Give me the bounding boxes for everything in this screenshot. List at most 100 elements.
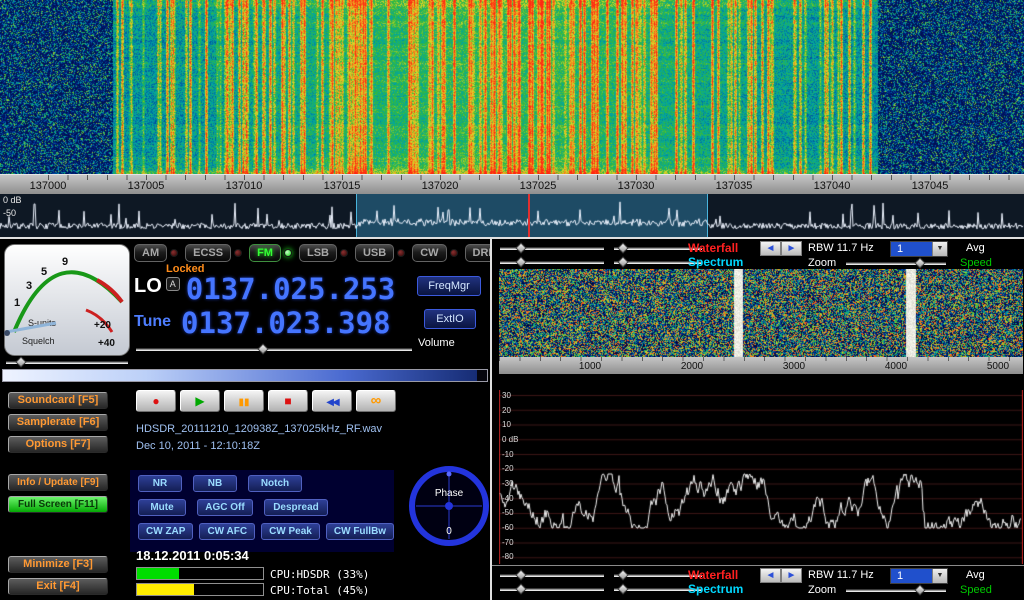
zoom-in-button[interactable]: ► xyxy=(781,568,802,583)
freq-scale-label: 137010 xyxy=(214,180,274,192)
speed-label: Speed xyxy=(960,257,992,269)
spectrum-brightness-slider[interactable] xyxy=(500,585,604,595)
mode-fm-button[interactable]: FM xyxy=(249,244,281,262)
slider-handle[interactable] xyxy=(617,583,628,594)
zoom-buttons: ◄ ► xyxy=(760,568,802,583)
mode-cw-button[interactable]: CW xyxy=(412,244,446,262)
pause-button[interactable]: ▮▮ xyxy=(224,390,264,412)
slider-handle[interactable] xyxy=(515,583,526,594)
cw-zap-button[interactable]: CW ZAP xyxy=(138,523,193,540)
nb-button[interactable]: NB xyxy=(193,475,237,492)
mode-lsb-button[interactable]: LSB xyxy=(299,244,337,262)
freq-scale-label: 137035 xyxy=(704,180,764,192)
minimize-button[interactable]: Minimize [F3] xyxy=(8,556,108,573)
agc-off-button[interactable]: AGC Off xyxy=(197,499,253,516)
info-update-button[interactable]: Info / Update [F9] xyxy=(8,474,108,491)
main-tuning-slider[interactable] xyxy=(2,369,488,382)
record-icon: ● xyxy=(152,394,159,408)
cw-fullbw-button[interactable]: CW FullBw xyxy=(326,523,394,540)
slider-handle[interactable] xyxy=(914,257,925,268)
combo-arrow-icon[interactable]: ▼ xyxy=(932,569,947,583)
meter-tick: 3 xyxy=(26,280,32,292)
af-scale-label: 5000 xyxy=(978,361,1018,372)
samplerate-button[interactable]: Samplerate [F6] xyxy=(8,414,108,431)
af-db-label: -80 xyxy=(502,552,514,561)
mode-am-button[interactable]: AM xyxy=(134,244,167,262)
meter-tick: 9 xyxy=(62,256,68,268)
slider-track xyxy=(846,589,946,592)
main-tuning-slider-thumb[interactable] xyxy=(3,370,477,381)
avg-select[interactable]: 1 ▼ xyxy=(890,241,948,257)
cw-peak-button[interactable]: CW Peak xyxy=(261,523,320,540)
dsp-panel: NR NB Notch Mute AGC Off Despread CW ZAP… xyxy=(130,470,394,552)
s-meter: 1 3 5 9 +20 +40 S-units Squelch xyxy=(4,244,130,356)
slider-handle[interactable] xyxy=(914,584,925,595)
mode-ecss-button[interactable]: ECSS xyxy=(185,244,231,262)
main-spectrum-display[interactable]: 0 dB -50 xyxy=(0,194,1024,237)
lo-frequency-value[interactable]: 0137.025.253 xyxy=(186,275,396,303)
squelch-slider-handle[interactable] xyxy=(15,356,26,367)
meter-plus40-label: +40 xyxy=(98,338,115,349)
slider-handle[interactable] xyxy=(515,569,526,580)
lo-lock-badge[interactable]: A xyxy=(166,277,180,291)
main-waterfall-display[interactable] xyxy=(0,0,1024,174)
mute-button[interactable]: Mute xyxy=(138,499,186,516)
loop-icon: ∞ xyxy=(371,392,382,409)
hdsdr-window: 137000 137005 137010 137015 137020 13702… xyxy=(0,0,1024,600)
mode-fm: FM xyxy=(249,244,292,262)
soundcard-button[interactable]: Soundcard [F5] xyxy=(8,392,108,409)
nr-button[interactable]: NR xyxy=(138,475,182,492)
stop-icon: ■ xyxy=(284,394,291,408)
loop-button[interactable]: ∞ xyxy=(356,390,396,412)
volume-slider-handle[interactable] xyxy=(257,343,268,354)
cpu-hdsdr-bar-fill xyxy=(137,568,179,579)
extio-button[interactable]: ExtIO xyxy=(424,309,476,329)
zoom-slider[interactable] xyxy=(846,586,946,596)
zoom-slider[interactable] xyxy=(846,259,946,269)
zoom-out-button[interactable]: ◄ xyxy=(760,241,781,256)
cw-afc-button[interactable]: CW AFC xyxy=(199,523,255,540)
pause-icon: ▮▮ xyxy=(238,397,249,408)
mode-usb-button[interactable]: USB xyxy=(355,244,394,262)
zoom-out-button[interactable]: ◄ xyxy=(760,568,781,583)
speed-label: Speed xyxy=(960,584,992,596)
slider-handle[interactable] xyxy=(617,256,628,267)
exit-button[interactable]: Exit [F4] xyxy=(8,578,108,595)
volume-slider[interactable] xyxy=(136,345,412,355)
fullscreen-button[interactable]: Full Screen [F11] xyxy=(8,496,108,513)
rewind-button[interactable]: ◀◀ xyxy=(312,390,352,412)
waterfall-brightness-slider[interactable] xyxy=(500,571,604,581)
slider-handle[interactable] xyxy=(515,242,526,253)
despread-button[interactable]: Despread xyxy=(264,499,328,516)
notch-button[interactable]: Notch xyxy=(248,475,302,492)
squelch-slider[interactable] xyxy=(6,358,128,368)
combo-arrow-icon[interactable]: ▼ xyxy=(932,242,947,256)
af-spectrum-display[interactable]: 30 20 10 0 dB -10 -20 -30 -40 -50 -60 -7… xyxy=(499,390,1023,564)
options-button[interactable]: Options [F7] xyxy=(8,436,108,453)
waterfall-brightness-slider[interactable] xyxy=(500,244,604,254)
stop-button[interactable]: ■ xyxy=(268,390,308,412)
main-frequency-scale[interactable]: 137000 137005 137010 137015 137020 13702… xyxy=(0,174,1024,194)
af-scale-label: 2000 xyxy=(672,361,712,372)
zoom-label: Zoom xyxy=(808,584,836,596)
af-waterfall-display[interactable] xyxy=(499,269,1023,357)
af-scale-label: 1000 xyxy=(570,361,610,372)
freqmgr-button[interactable]: FreqMgr xyxy=(417,276,481,296)
spectrum-brightness-slider[interactable] xyxy=(500,258,604,268)
freq-scale-label: 137040 xyxy=(802,180,862,192)
af-db-label: -40 xyxy=(502,494,514,503)
tune-frequency-value[interactable]: 0137.023.398 xyxy=(181,309,391,337)
af-frequency-scale[interactable]: 1000 2000 3000 4000 5000 xyxy=(499,357,1023,374)
slider-handle[interactable] xyxy=(515,256,526,267)
zoom-in-button[interactable]: ► xyxy=(781,241,802,256)
avg-select[interactable]: 1 ▼ xyxy=(890,568,948,584)
slider-handle[interactable] xyxy=(617,242,628,253)
mode-usb: USB xyxy=(355,244,405,262)
mode-button-row: AM ECSS FM LSB USB CW DRM xyxy=(134,244,517,262)
record-button[interactable]: ● xyxy=(136,390,176,412)
play-button[interactable]: ▶ xyxy=(180,390,220,412)
avg-label: Avg xyxy=(966,569,985,581)
slider-handle[interactable] xyxy=(617,569,628,580)
phase-marker-icon xyxy=(447,472,452,477)
slider-track xyxy=(846,262,946,265)
